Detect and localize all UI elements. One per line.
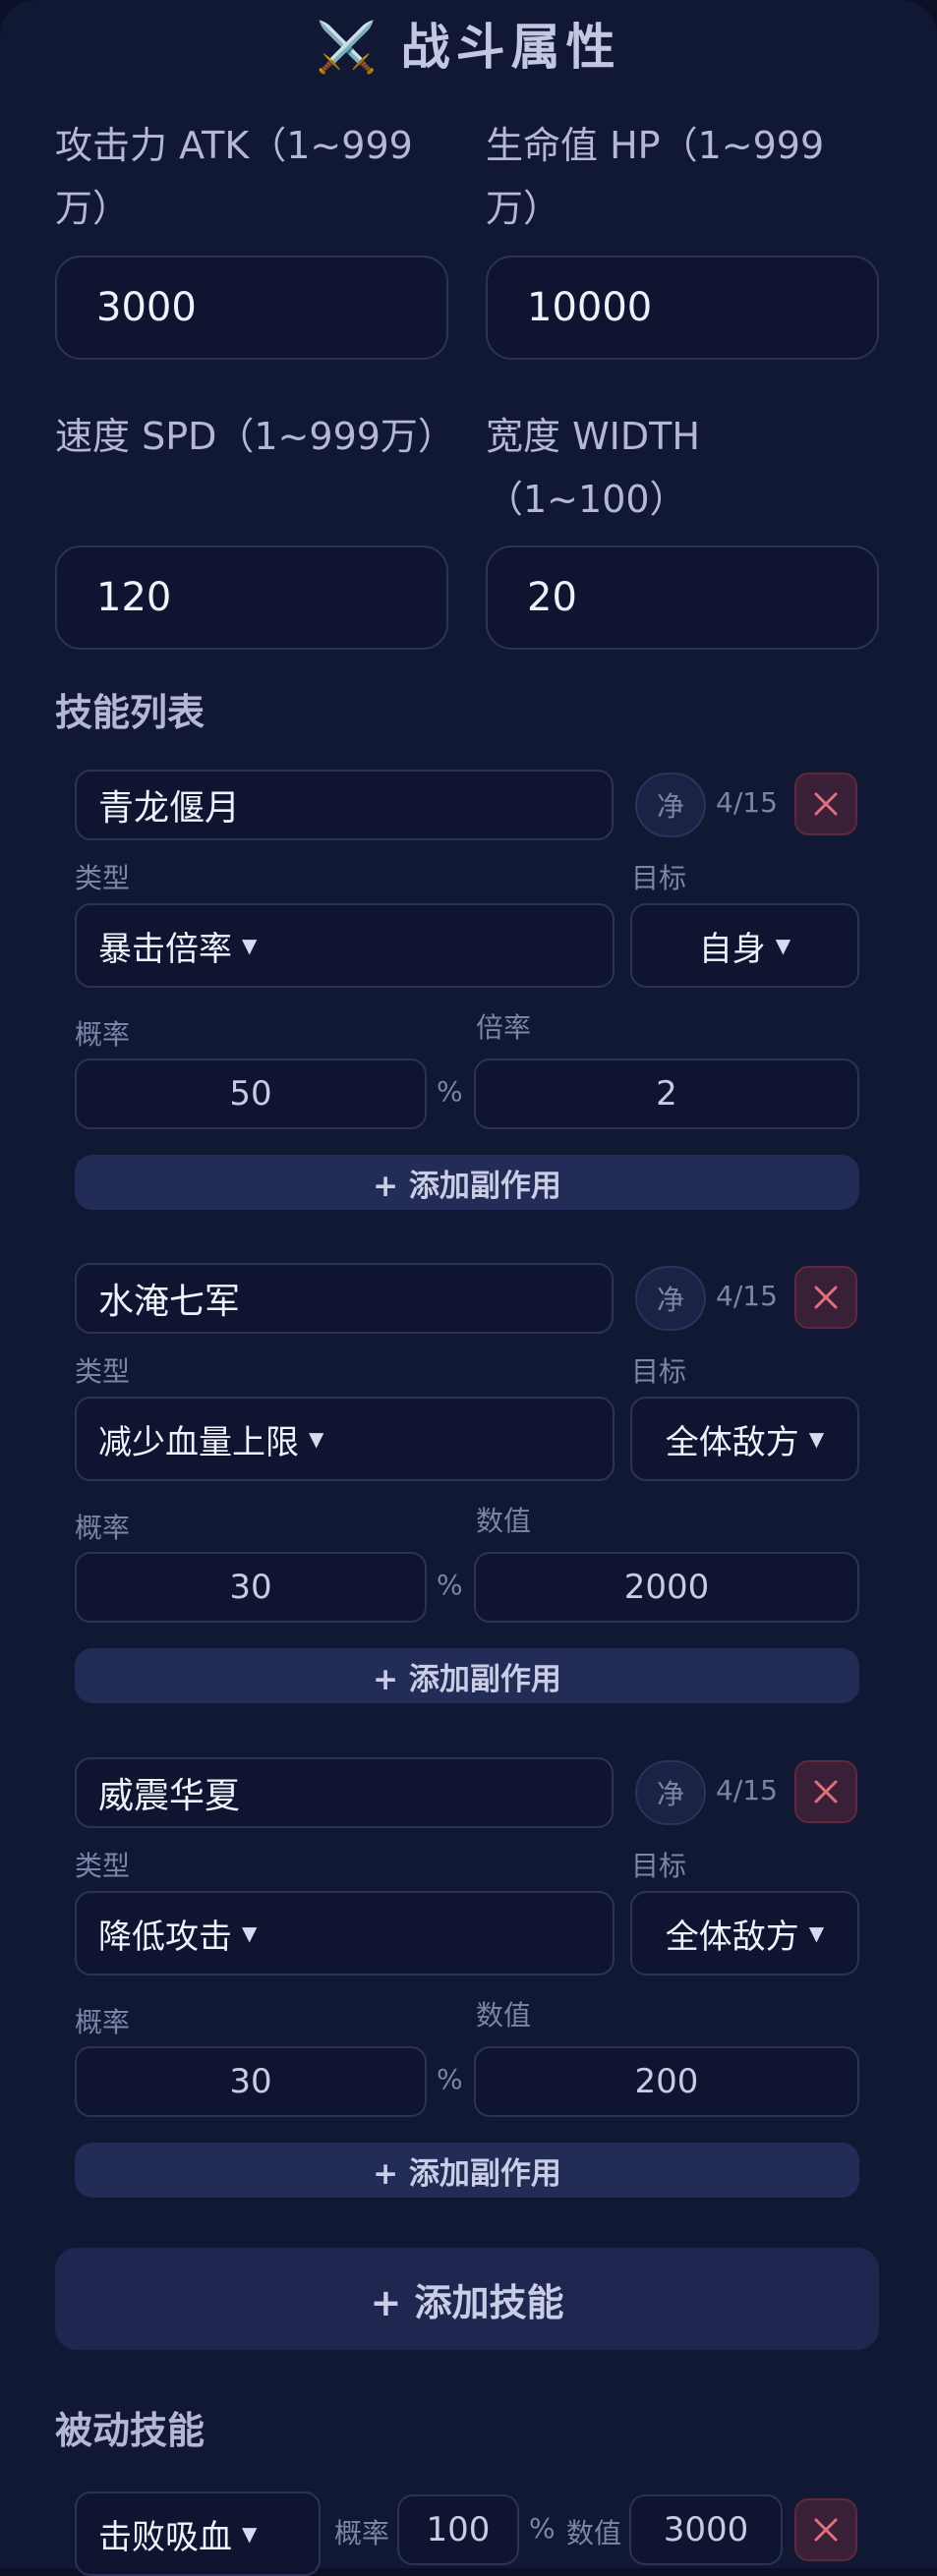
add-side-effect-button[interactable]: + 添加副作用 <box>75 1648 859 1703</box>
dropdown-arrow-icon: ▼ <box>242 2522 258 2546</box>
dropdown-arrow-icon: ▼ <box>242 934 258 957</box>
dropdown-arrow-icon: ▼ <box>242 1921 258 1945</box>
target-label: 目标 <box>631 862 687 894</box>
battle-attributes-panel: ⚔️ 战斗属性 攻击力 ATK（1~999万） 3000 生命值 HP（1~999… <box>0 0 937 2576</box>
value-label: 数值 <box>476 1999 532 2032</box>
skill-target-select[interactable]: 全体敌方 ▼ <box>630 1891 859 1975</box>
spd-label: 速度 SPD（1~999万） <box>55 415 455 458</box>
close-icon <box>814 1286 838 1309</box>
add-skill-button[interactable]: + 添加技能 <box>55 2248 879 2350</box>
percent-sign: % <box>437 2063 463 2095</box>
close-icon <box>814 1780 838 1803</box>
purify-button[interactable]: 净 <box>635 773 706 837</box>
atk-label: 攻击力 ATK（1~999万） <box>55 124 413 230</box>
hp-input[interactable]: 10000 <box>486 256 879 360</box>
dropdown-arrow-icon: ▼ <box>775 934 791 957</box>
value-label: 数值 <box>476 1505 532 1537</box>
skill-type-select[interactable]: 减少血量上限 ▼ <box>75 1397 615 1481</box>
probability-label: 概率 <box>75 2006 131 2038</box>
skill-effect-count: 4/15 <box>716 786 778 819</box>
probability-input[interactable]: 30 <box>75 2046 427 2117</box>
dropdown-arrow-icon: ▼ <box>808 1427 825 1451</box>
skill-name-input[interactable]: 青龙偃月 <box>75 770 614 840</box>
skill-effect-count: 4/15 <box>716 1774 778 1806</box>
type-label: 类型 <box>75 862 131 894</box>
value-label: 倍率 <box>476 1011 532 1044</box>
add-side-effect-button[interactable]: + 添加副作用 <box>75 2143 859 2198</box>
add-side-effect-button[interactable]: + 添加副作用 <box>75 1155 859 1210</box>
target-label: 目标 <box>631 1355 687 1388</box>
skill-name-input[interactable]: 水淹七军 <box>75 1263 614 1334</box>
probability-label: 概率 <box>75 1512 131 1544</box>
delete-skill-button[interactable] <box>794 1760 857 1823</box>
percent-sign: % <box>529 2512 556 2545</box>
probability-input[interactable]: 30 <box>75 1552 427 1623</box>
close-icon <box>814 2518 838 2542</box>
probability-input[interactable]: 50 <box>75 1059 427 1129</box>
value-input[interactable]: 2 <box>474 1059 859 1129</box>
hp-label: 生命值 HP（1~999万） <box>486 124 825 230</box>
skills-section-title: 技能列表 <box>55 691 205 734</box>
skill-target-select[interactable]: 全体敌方 ▼ <box>630 1397 859 1481</box>
purify-button[interactable]: 净 <box>635 1266 706 1331</box>
type-label: 类型 <box>75 1355 131 1388</box>
width-input[interactable]: 20 <box>486 545 879 650</box>
delete-passive-button[interactable] <box>794 2498 857 2561</box>
passive-value-input[interactable]: 3000 <box>629 2494 783 2565</box>
delete-skill-button[interactable] <box>794 773 857 835</box>
skill-target-select[interactable]: 自身 ▼ <box>630 903 859 988</box>
delete-skill-button[interactable] <box>794 1266 857 1329</box>
type-label: 类型 <box>75 1850 131 1882</box>
value-input[interactable]: 2000 <box>474 1552 859 1623</box>
passive-probability-input[interactable]: 100 <box>397 2494 519 2565</box>
close-icon <box>814 792 838 816</box>
spd-input[interactable]: 120 <box>55 545 448 650</box>
passive-section-title: 被动技能 <box>55 2409 205 2452</box>
passive-type-select[interactable]: 击败吸血 ▼ <box>75 2491 321 2576</box>
width-label: 宽度 WIDTH（1~100） <box>486 415 700 521</box>
page-title: ⚔️ 战斗属性 <box>316 19 621 76</box>
probability-label: 概率 <box>75 1018 131 1051</box>
dropdown-arrow-icon: ▼ <box>309 1427 324 1451</box>
skill-effect-count: 4/15 <box>716 1280 778 1312</box>
purify-button[interactable]: 净 <box>635 1760 706 1825</box>
skill-name-input[interactable]: 威震华夏 <box>75 1757 614 1828</box>
percent-sign: % <box>437 1075 463 1108</box>
skill-type-select[interactable]: 暴击倍率 ▼ <box>75 903 615 988</box>
passive-probability-label: 概率 <box>334 2517 390 2549</box>
passive-value-label: 数值 <box>566 2517 622 2549</box>
skill-type-select[interactable]: 降低攻击 ▼ <box>75 1891 615 1975</box>
target-label: 目标 <box>631 1850 687 1882</box>
atk-input[interactable]: 3000 <box>55 256 448 360</box>
percent-sign: % <box>437 1569 463 1601</box>
dropdown-arrow-icon: ▼ <box>808 1921 825 1945</box>
crossed-swords-icon: ⚔️ <box>316 19 383 76</box>
value-input[interactable]: 200 <box>474 2046 859 2117</box>
